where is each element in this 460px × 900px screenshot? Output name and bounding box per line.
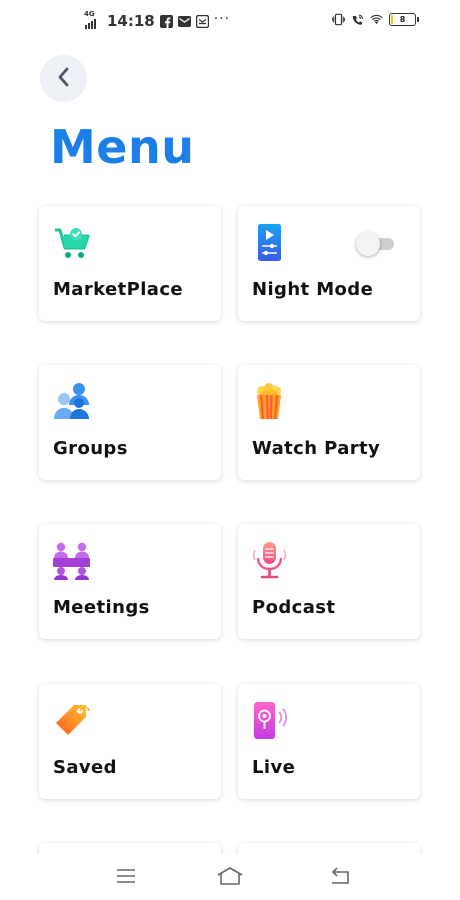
phone-settings-icon (252, 224, 290, 262)
menu-item-label: Groups (53, 438, 128, 459)
status-bar: 4G 14:18 ··· 8 (0, 0, 460, 42)
wifi-icon (370, 13, 383, 26)
shopping-cart-icon (53, 224, 91, 262)
menu-item-label: Meetings (53, 597, 150, 618)
inbox-notification-icon (195, 14, 209, 28)
menu-item-label: Saved (53, 757, 117, 778)
wifi-calling-icon (351, 13, 364, 26)
menu-item-meetings[interactable]: Meetings (39, 524, 221, 639)
menu-item-label: Night Mode (252, 279, 374, 300)
chevron-left-icon (56, 67, 72, 91)
system-nav-bar (0, 854, 460, 900)
menu-item-saved[interactable]: Saved (39, 684, 221, 799)
menu-item-label: Podcast (252, 597, 336, 618)
menu-item-label: MarketPlace (53, 279, 184, 300)
live-phone-icon (252, 702, 290, 740)
menu-item-label: Watch Party (252, 438, 381, 459)
tag-icon (53, 702, 91, 740)
menu-item-watch-party[interactable]: Watch Party (238, 365, 420, 480)
back-button[interactable] (40, 55, 87, 102)
menu-item-night-mode[interactable]: Night Mode (238, 206, 420, 321)
menu-item-live[interactable]: Live (238, 684, 420, 799)
status-left: 4G 14:18 ··· (84, 10, 231, 30)
battery-fill (391, 15, 393, 24)
menu-item-podcast[interactable]: Podcast (238, 524, 420, 639)
mail-notification-icon (177, 15, 191, 28)
menu-item-marketplace[interactable]: MarketPlace (39, 206, 221, 321)
status-right: 8 (332, 13, 419, 26)
battery-level: 8 (399, 15, 406, 24)
signal-icon: 4G (84, 10, 102, 29)
page-title: Menu (50, 120, 195, 174)
home-icon[interactable] (215, 864, 245, 888)
facebook-notification-icon (159, 14, 173, 28)
back-icon[interactable] (324, 864, 354, 888)
groups-icon (53, 383, 91, 421)
menu-item-groups[interactable]: Groups (39, 365, 221, 480)
menu-icon[interactable] (111, 864, 141, 888)
status-time: 14:18 (107, 12, 155, 30)
night-mode-toggle[interactable] (356, 232, 394, 256)
menu-item-label: Live (252, 757, 296, 778)
popcorn-icon (252, 383, 290, 421)
battery-icon: 8 (389, 13, 419, 26)
meetings-icon (53, 542, 91, 580)
more-notifications-icon: ··· (213, 11, 231, 27)
microphone-icon (252, 542, 290, 580)
network-type: 4G (84, 10, 95, 18)
vibrate-icon (332, 13, 345, 26)
